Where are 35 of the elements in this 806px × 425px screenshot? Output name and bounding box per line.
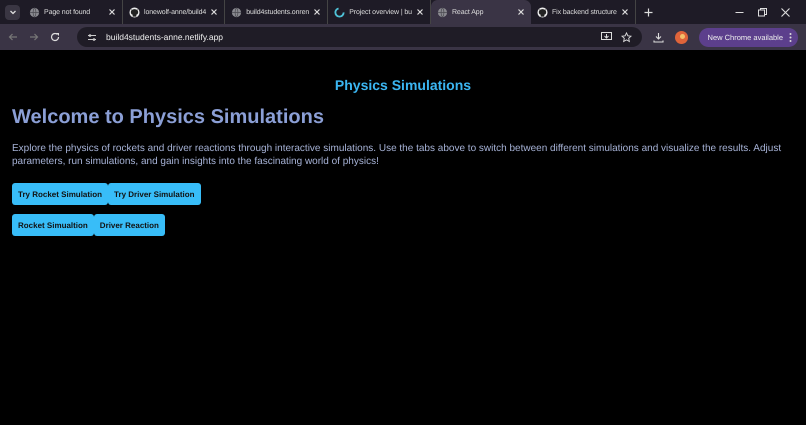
globe-icon [231,6,242,18]
close-icon[interactable] [313,8,322,16]
new-tab-icon[interactable] [644,8,653,16]
intro-paragraph: Explore the physics of rockets and driver reactions through interactive simulations. Use the tabs above to switch between different simulations and visualize the results. Adjust parameters, run simulations, and gain insights into the fascinating world of physics! [12,142,782,168]
address-bar[interactable]: build4students-anne.netlify.app [77,27,642,47]
close-icon[interactable] [620,8,629,16]
back-arrow-icon[interactable] [8,32,18,42]
simulation-button[interactable]: Try Rocket Simulation [12,183,108,205]
chevron-down-icon [8,8,16,16]
star-icon[interactable] [620,32,632,42]
close-icon[interactable] [416,8,424,16]
close-icon[interactable] [108,8,116,16]
page-header: Physics Simulations [334,77,472,93]
profile-avatar-icon[interactable] [674,30,688,44]
forward-arrow-icon[interactable] [29,32,39,42]
url-text: build4students-anne.netlify.app [106,32,224,42]
simulation-tab[interactable]: Driver Reaction [94,214,165,236]
restore-icon[interactable] [758,8,767,16]
page-heading: Welcome to Physics Simulations [12,106,325,129]
tab-search-button[interactable] [5,4,20,20]
spinner-icon [334,6,346,18]
sliders-icon[interactable] [87,32,97,42]
close-icon[interactable] [210,8,218,16]
download-icon[interactable] [652,32,664,42]
more-vertical-icon [789,32,792,42]
reload-icon[interactable] [50,32,60,42]
install-app-icon[interactable] [600,32,612,42]
cat-logo-icon [129,6,140,18]
close-icon[interactable] [516,8,525,16]
globe-icon [436,6,448,18]
simulation-tab[interactable]: Rocket Simualtion [12,214,94,236]
close-icon[interactable] [781,8,790,16]
cat-logo-icon [536,6,548,18]
simulation-button[interactable]: Try Driver Simulation [108,183,200,205]
globe-icon [29,6,40,18]
